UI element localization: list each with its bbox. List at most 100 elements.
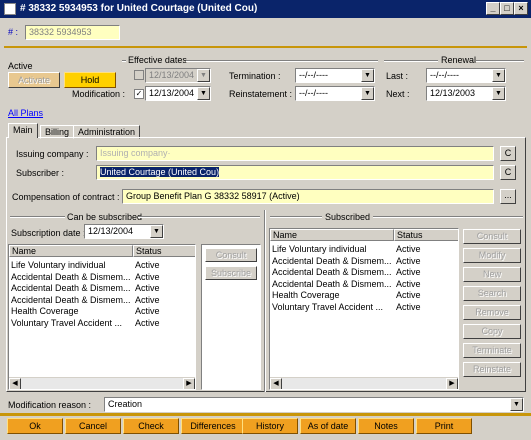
row-status: Active bbox=[396, 301, 421, 312]
footer-notes-button[interactable]: Notes bbox=[358, 418, 414, 434]
chevron-down-icon[interactable]: ▼ bbox=[361, 87, 374, 100]
chevron-down-icon[interactable]: ▼ bbox=[197, 87, 210, 100]
footer-differences-button[interactable]: Differences bbox=[181, 418, 245, 434]
hold-button[interactable]: Hold bbox=[64, 72, 116, 88]
table-row[interactable]: Voluntary Travel Accident ... Active bbox=[270, 302, 458, 313]
scroll-left-icon[interactable]: ◀ bbox=[9, 378, 21, 389]
hash-label: # : bbox=[8, 27, 19, 37]
termination-date-field[interactable]: --/--/---- ▼ bbox=[295, 68, 375, 83]
consult-button[interactable]: Consult bbox=[463, 229, 521, 244]
row-name: Accidental Death & Dismem... bbox=[272, 267, 392, 277]
issuing-company-field[interactable]: Issuing company· bbox=[96, 146, 494, 161]
renewal-last-field[interactable]: --/--/---- ▼ bbox=[426, 68, 506, 83]
table-row[interactable]: Accidental Death & Dismem... Active bbox=[9, 295, 195, 306]
activate-button[interactable]: Activate bbox=[8, 72, 60, 88]
scroll-right-icon[interactable]: ▶ bbox=[183, 378, 195, 389]
row-name: Health Coverage bbox=[11, 306, 79, 316]
effective-dates-label: Effective dates bbox=[128, 55, 187, 65]
col-name-header[interactable]: Name bbox=[270, 229, 394, 241]
modification-date-field[interactable]: 12/13/2004 ▼ bbox=[145, 86, 211, 101]
row-name: Voluntary Travel Accident ... bbox=[11, 317, 123, 328]
modify-button[interactable]: Modify bbox=[463, 248, 521, 263]
row-status: Active bbox=[396, 278, 421, 289]
footer-gold-line bbox=[0, 413, 531, 416]
table-row[interactable]: Accidental Death & Dismem... Active bbox=[9, 283, 195, 294]
subscription-date-label: Subscription date : bbox=[11, 228, 86, 238]
gold-divider bbox=[4, 46, 527, 48]
row-name: Accidental Death & Dismem... bbox=[11, 294, 131, 305]
consult-available-button[interactable]: Consult bbox=[205, 248, 257, 262]
minimize-button[interactable]: _ bbox=[486, 2, 500, 15]
close-button[interactable]: × bbox=[514, 2, 528, 15]
remove-button[interactable]: Remove bbox=[463, 305, 521, 320]
chevron-down-icon[interactable]: ▼ bbox=[197, 69, 210, 82]
horizontal-scrollbar[interactable]: ◀ ▶ bbox=[9, 377, 195, 389]
next-label: Next : bbox=[386, 89, 410, 99]
table-row[interactable]: Life Voluntary individual Active bbox=[270, 244, 458, 255]
subscription-date-field[interactable]: 12/13/2004 ▼ bbox=[84, 224, 164, 239]
table-row[interactable]: Life Voluntary individual Active bbox=[9, 260, 195, 271]
chevron-down-icon[interactable]: ▼ bbox=[492, 87, 505, 100]
table-row[interactable]: Accidental Death & Dismem... Active bbox=[270, 256, 458, 267]
chevron-down-icon[interactable]: ▼ bbox=[150, 225, 163, 238]
table-row[interactable]: Voluntary Travel Accident ... Active bbox=[9, 318, 195, 329]
last-label: Last : bbox=[386, 71, 409, 81]
termination-label: Termination : bbox=[229, 71, 281, 81]
subscribe-button[interactable]: Subscribe bbox=[205, 266, 257, 280]
col-status-header[interactable]: Status bbox=[394, 229, 458, 241]
table-row[interactable]: Accidental Death & Dismem... Active bbox=[270, 267, 458, 278]
subscriber-field[interactable]: United Courtage (United Cou) bbox=[96, 165, 494, 180]
new-button[interactable]: New bbox=[463, 267, 521, 282]
title-bar: # 38332 5934953 for United Courtage (Uni… bbox=[0, 0, 531, 18]
footer-check-button[interactable]: Check bbox=[123, 418, 179, 434]
issuing-c-button[interactable]: C bbox=[500, 146, 516, 161]
row-status: Active bbox=[135, 283, 160, 293]
modification-checkbox[interactable]: ✓ bbox=[134, 89, 144, 99]
row-name: Accidental Death & Dismem... bbox=[11, 283, 131, 293]
subscribed-plans-list[interactable]: Name Status Life Voluntary individual Act… bbox=[269, 228, 459, 390]
subscriber-c-button[interactable]: C bbox=[500, 165, 516, 180]
reinstatement-date-field[interactable]: --/--/---- ▼ bbox=[295, 86, 375, 101]
issuing-company-label: Issuing company : bbox=[16, 149, 89, 159]
all-plans-link[interactable]: All Plans bbox=[8, 108, 43, 118]
footer-as-of-date-button[interactable]: As of date bbox=[300, 418, 356, 434]
chevron-down-icon[interactable]: ▼ bbox=[361, 69, 374, 82]
footer-print-button[interactable]: Print bbox=[416, 418, 472, 434]
col-name-header[interactable]: Name bbox=[9, 245, 133, 257]
table-row[interactable]: Accidental Death & Dismem... Active bbox=[270, 279, 458, 290]
row-status: Active bbox=[396, 290, 421, 300]
available-plans-list[interactable]: Name Status Life Voluntary individual Act… bbox=[8, 244, 196, 390]
footer-ok-button[interactable]: Ok bbox=[7, 418, 63, 434]
scroll-left-icon[interactable]: ◀ bbox=[270, 378, 282, 389]
chevron-down-icon[interactable]: ▼ bbox=[492, 69, 505, 82]
row-name: Life Voluntary individual bbox=[272, 244, 367, 254]
table-row[interactable]: Accidental Death & Dismem... Active bbox=[9, 272, 195, 283]
modification-reason-field[interactable]: Creation ▼ bbox=[104, 397, 524, 412]
tab-main[interactable]: Main bbox=[8, 123, 38, 138]
terminate-button[interactable]: Terminate bbox=[463, 343, 521, 358]
horizontal-scrollbar[interactable]: ◀ ▶ bbox=[270, 377, 458, 389]
footer-cancel-button[interactable]: Cancel bbox=[65, 418, 121, 434]
search-button[interactable]: Search bbox=[463, 286, 521, 301]
reinstate-button[interactable]: Reinstate bbox=[463, 362, 521, 377]
splitter[interactable] bbox=[264, 210, 266, 392]
compensation-ellipsis-button[interactable]: ... bbox=[500, 189, 516, 204]
footer-history-button[interactable]: History bbox=[242, 418, 298, 434]
policy-number-field[interactable]: 38332 5934953 bbox=[25, 25, 120, 40]
scroll-right-icon[interactable]: ▶ bbox=[446, 378, 458, 389]
effective-date-field[interactable]: 12/13/2004 ▼ bbox=[145, 68, 211, 83]
compensation-field[interactable]: Group Benefit Plan G 38332 58917 (Active… bbox=[122, 189, 494, 204]
renewal-next-field[interactable]: 12/13/2003 ▼ bbox=[426, 86, 506, 101]
modification-reason-label: Modification reason : bbox=[8, 400, 92, 410]
copy-button[interactable]: Copy bbox=[463, 324, 521, 339]
table-row[interactable]: Health Coverage Active bbox=[270, 290, 458, 301]
col-status-header[interactable]: Status bbox=[133, 245, 195, 257]
maximize-button[interactable]: □ bbox=[500, 2, 514, 15]
table-row[interactable]: Health Coverage Active bbox=[9, 306, 195, 317]
chevron-down-icon[interactable]: ▼ bbox=[510, 398, 523, 411]
row-name: Health Coverage bbox=[272, 290, 340, 300]
renewal-label: Renewal bbox=[441, 55, 477, 65]
row-name: Accidental Death & Dismem... bbox=[272, 255, 392, 266]
row-status: Active bbox=[135, 317, 160, 328]
date1-checkbox[interactable] bbox=[134, 70, 144, 80]
